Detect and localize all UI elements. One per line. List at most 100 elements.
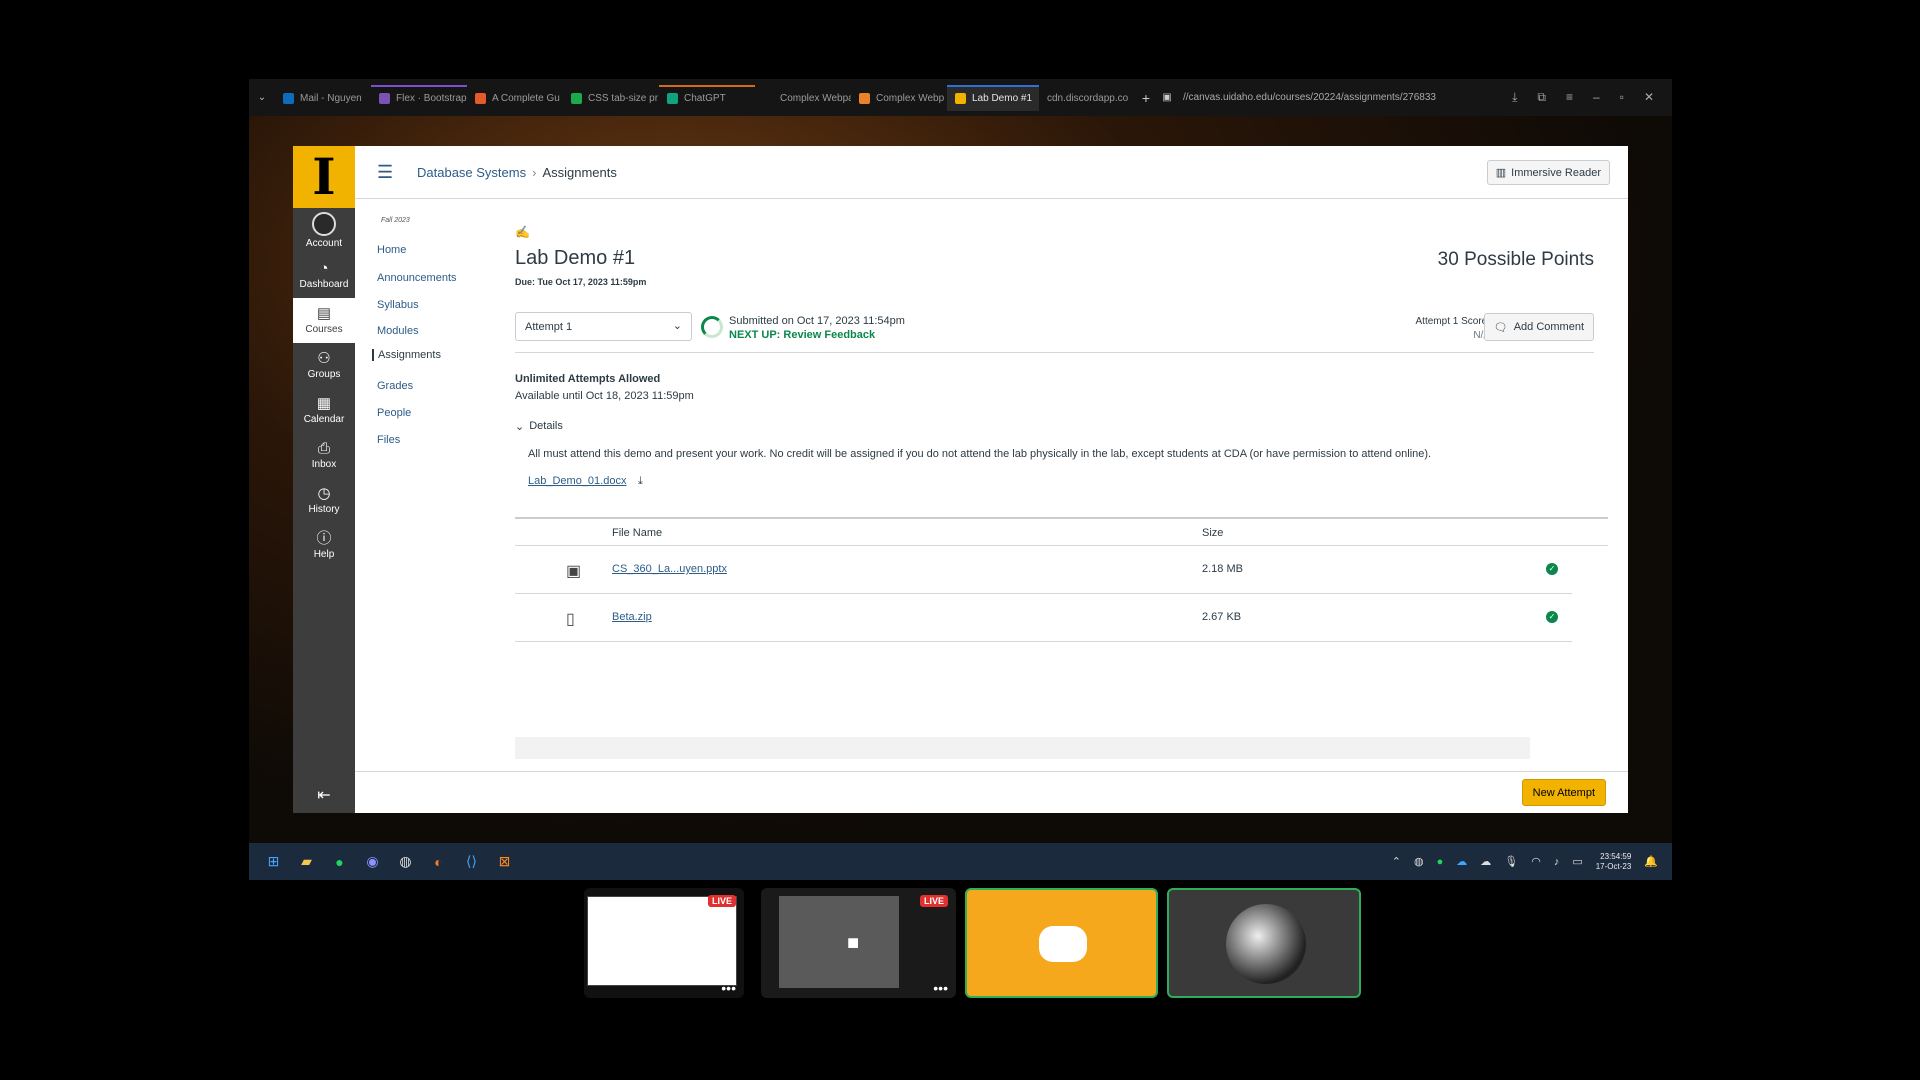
more-options-icon[interactable]: ••• [721, 980, 736, 996]
onedrive-icon[interactable]: ☁ [1456, 855, 1467, 868]
assignment-content: ✍ Lab Demo #1 Due: Tue Oct 17, 2023 11:5… [515, 199, 1620, 759]
hamburger-menu-icon[interactable]: ☰ [377, 162, 397, 183]
notifications-icon[interactable]: 🔔 [1644, 855, 1658, 868]
clock[interactable]: 23:54:59 17-Oct-23 [1596, 852, 1632, 872]
nav-help[interactable]: ⓘ Help [293, 523, 355, 568]
download-icon[interactable]: ⤓ [1512, 90, 1517, 105]
course-nav-assignments[interactable]: Assignments [372, 349, 441, 361]
check-circle-icon: ✓ [1546, 611, 1558, 623]
call-tile-stream[interactable]: ■ LIVE ••• [761, 888, 956, 998]
new-attempt-button[interactable]: New Attempt [1521, 779, 1606, 806]
nav-courses[interactable]: ▤ Courses [293, 298, 355, 343]
browser-tab[interactable]: A Complete Gu [467, 85, 563, 111]
courses-icon: ▤ [316, 305, 332, 322]
spotify-tray-icon[interactable]: ● [1437, 856, 1444, 868]
nav-calendar[interactable]: ▦ Calendar [293, 388, 355, 433]
desktop-wallpaper: I Account ◔ Dashboard ▤ Courses ⚇ Groups ▦ C… [249, 116, 1672, 843]
add-comment-button[interactable]: 🗨 Add Comment [1483, 313, 1594, 341]
dashboard-icon: ◔ [319, 260, 329, 277]
browser-tab-active[interactable]: Lab Demo #1✕ [947, 84, 1039, 111]
bootstrap-favicon-icon [379, 93, 390, 104]
zip-file-icon: ▯ [566, 611, 575, 628]
call-tile-discord-user[interactable] [965, 888, 1158, 998]
university-logo[interactable]: I [293, 146, 355, 208]
browser-tab[interactable]: Flex · Bootstrap [371, 84, 467, 111]
course-nav-people[interactable]: People [377, 407, 411, 419]
nav-groups[interactable]: ⚇ Groups [293, 343, 355, 388]
chatgpt-favicon-icon [667, 93, 678, 104]
course-nav-modules[interactable]: Modules [377, 325, 419, 337]
discord-icon[interactable]: ◉ [356, 848, 389, 876]
wifi-icon[interactable]: ◠ [1531, 855, 1541, 868]
check-circle-icon: ✓ [1546, 563, 1558, 575]
file-link[interactable]: Beta.zip [612, 611, 652, 623]
course-navigation: Fall 2023 Home Announcements Syllabus Mo… [355, 199, 495, 789]
nav-inbox[interactable]: ⎙ Inbox [293, 433, 355, 478]
attempt-score: Attempt 1 Score: N/A [1415, 316, 1490, 341]
tray-chevron-icon[interactable]: ⌃ [1392, 855, 1401, 868]
breadcrumb-course-link[interactable]: Database Systems [417, 165, 526, 180]
steam-icon[interactable]: ◍ [389, 848, 422, 876]
browser-tab[interactable]: Mail - Nguyen [275, 85, 371, 111]
next-up-link[interactable]: NEXT UP: Review Feedback [729, 329, 875, 341]
browser-tab[interactable]: Complex Webpage [755, 85, 851, 111]
breadcrumb-separator: › [532, 164, 537, 180]
site-favicon-icon [571, 93, 582, 104]
table-header: File Name Size [515, 519, 1608, 546]
immersive-reader-button[interactable]: ▥ Immersive Reader [1486, 160, 1610, 185]
nav-account[interactable]: Account [293, 208, 355, 253]
table-row: ▣ CS_360_La...uyen.pptx 2.18 MB ✓ [515, 546, 1572, 594]
address-bar[interactable]: //canvas.uidaho.edu/courses/20224/assign… [1183, 92, 1473, 103]
details-toggle[interactable]: ⌄ Details [515, 420, 563, 433]
attachment-link[interactable]: Lab_Demo_01.docx [528, 475, 626, 487]
nav-dashboard[interactable]: ◔ Dashboard [293, 253, 355, 298]
file-explorer-icon[interactable]: ▰ [290, 848, 323, 876]
browser-tab[interactable]: Complex Webp [851, 85, 947, 111]
canvas-favicon-icon [955, 93, 966, 104]
possible-points: 30 Possible Points [1437, 249, 1594, 270]
maximize-icon[interactable]: ▫ [1620, 90, 1624, 105]
camera-icon: ■ [847, 932, 860, 954]
more-options-icon[interactable]: ••• [933, 980, 948, 996]
collapse-nav-icon[interactable]: ⇤ [293, 785, 355, 805]
chevron-down-icon: ⌄ [515, 421, 525, 433]
steam-tray-icon[interactable]: ◍ [1414, 855, 1424, 868]
file-link[interactable]: CS_360_La...uyen.pptx [612, 563, 727, 575]
download-icon[interactable]: ⤓ [638, 475, 643, 488]
close-window-icon[interactable]: ✕ [1644, 90, 1654, 105]
minimize-icon[interactable]: – [1593, 90, 1600, 105]
tab-list-chevron-icon[interactable]: ⌄ [249, 92, 275, 103]
volume-icon[interactable]: ♪ [1554, 856, 1560, 868]
assignment-title: Lab Demo #1 [515, 247, 636, 269]
vscode-icon[interactable]: ⟨⟩ [455, 848, 488, 876]
call-tile-stream[interactable]: LIVE ••• [584, 888, 744, 998]
course-nav-grades[interactable]: Grades [377, 380, 413, 392]
xampp-icon[interactable]: ⊠ [488, 848, 521, 876]
microphone-icon[interactable]: 🎙 [1504, 855, 1518, 868]
course-nav-syllabus[interactable]: Syllabus [377, 299, 419, 311]
tab-actions-icon[interactable]: ▣ [1157, 92, 1177, 103]
menu-icon[interactable]: ≡ [1566, 90, 1573, 105]
live-badge: LIVE [707, 895, 736, 907]
nav-history[interactable]: ◷ History [293, 478, 355, 523]
browser-tab[interactable]: CSS tab-size pr [563, 85, 659, 111]
course-nav-home[interactable]: Home [377, 244, 406, 256]
call-tile-user[interactable] [1167, 888, 1361, 998]
spotify-icon[interactable]: ● [323, 848, 356, 876]
new-tab-icon[interactable]: + [1135, 90, 1157, 106]
groups-icon: ⚇ [317, 350, 331, 367]
browser-tab[interactable]: cdn.discordapp.co [1039, 85, 1135, 111]
firefox-icon[interactable]: ◐ [422, 848, 455, 876]
extensions-icon[interactable]: ⧉ [1537, 90, 1546, 105]
browser-tab[interactable]: ChatGPT [659, 84, 755, 111]
term-label: Fall 2023 [381, 217, 410, 224]
cloud-icon[interactable]: ☁ [1480, 855, 1491, 868]
page-favicon-icon [763, 93, 774, 104]
course-header: ☰ Database Systems › Assignments ▥ Immers… [355, 146, 1628, 199]
battery-icon[interactable]: ▭ [1572, 855, 1582, 868]
course-nav-announcements[interactable]: Announcements [377, 272, 457, 284]
attempt-select[interactable]: Attempt 1 ⌄ [515, 312, 692, 341]
file-preview-area [515, 737, 1530, 759]
start-icon[interactable]: ⊞ [257, 848, 290, 876]
course-nav-files[interactable]: Files [377, 434, 400, 446]
